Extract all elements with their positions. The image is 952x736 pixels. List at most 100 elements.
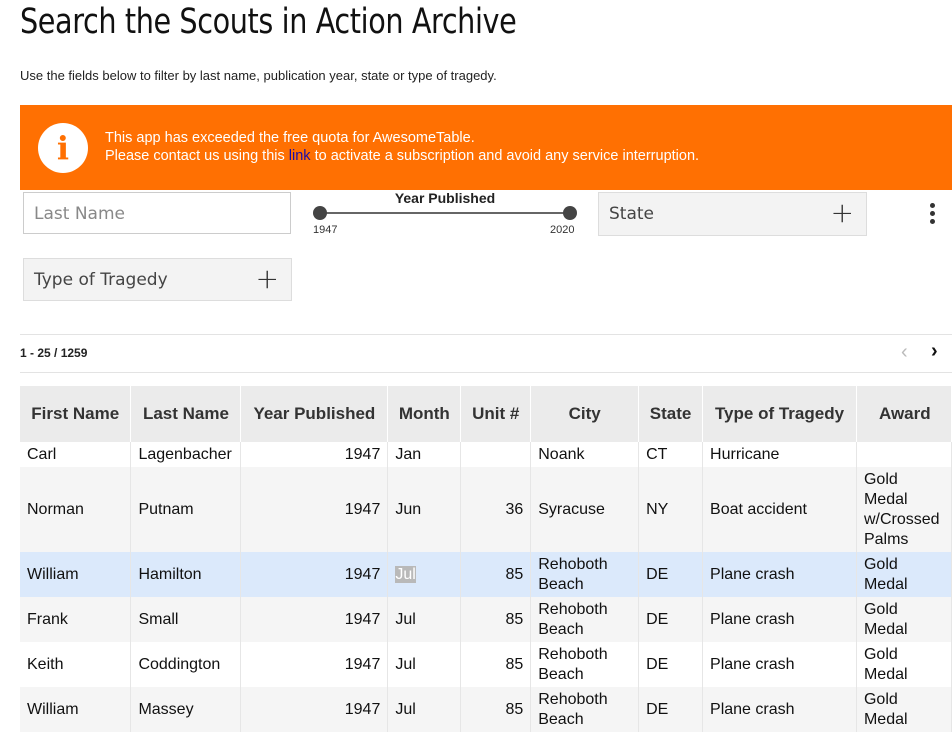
state-filter-label: State <box>609 204 654 224</box>
column-header-year-published[interactable]: Year Published <box>240 386 389 442</box>
pagination-bar: 1 - 25 / 1259 ‹ › <box>20 334 952 373</box>
cell-state: CT <box>638 442 704 467</box>
cell-last-name: Putnam <box>130 467 242 552</box>
column-header-city[interactable]: City <box>530 386 640 442</box>
cell-type-of-tragedy: Hurricane <box>702 442 857 467</box>
cell-city: Syracuse <box>530 467 640 552</box>
contact-link[interactable]: link <box>289 148 311 164</box>
cell-last-name: Massey <box>130 687 242 732</box>
type-of-tragedy-filter-dropdown[interactable]: Type of Tragedy + <box>23 258 292 301</box>
banner-line-1: This app has exceeded the free quota for… <box>105 130 475 146</box>
cell-year-published: 1947 <box>240 687 389 732</box>
state-filter-dropdown[interactable]: State + <box>598 192 867 236</box>
cell-city: Rehoboth Beach <box>530 552 640 597</box>
cell-first-name: William <box>20 552 132 597</box>
cell-month: Jul <box>387 642 462 687</box>
info-icon: i <box>38 123 88 173</box>
cell-first-name: Carl <box>20 442 132 467</box>
cell-state: DE <box>638 597 704 642</box>
page-title: Search the Scouts in Action Archive <box>20 2 517 42</box>
cell-state: DE <box>638 687 704 732</box>
cell-type-of-tragedy: Plane crash <box>702 552 857 597</box>
cell-award: Gold Medal <box>856 642 952 687</box>
cell-type-of-tragedy: Plane crash <box>702 687 857 732</box>
column-header-type-of-tragedy[interactable]: Type of Tragedy <box>702 386 857 442</box>
cell-award <box>856 442 952 467</box>
column-header-last-name[interactable]: Last Name <box>130 386 242 442</box>
highlighted-text: Jul <box>395 565 416 583</box>
column-header-first-name[interactable]: First Name <box>20 386 132 442</box>
column-header-award[interactable]: Award <box>856 386 952 442</box>
cell-type-of-tragedy: Boat accident <box>702 467 857 552</box>
plus-icon: + <box>255 262 279 295</box>
cell-award: Gold Medal <box>856 597 952 642</box>
cell-year-published: 1947 <box>240 467 389 552</box>
year-range-max-handle[interactable] <box>563 206 577 220</box>
cell-city: Rehoboth Beach <box>530 642 640 687</box>
banner-message: This app has exceeded the free quota for… <box>105 129 699 165</box>
banner-text-after-link: to activate a subscription and avoid any… <box>310 148 700 164</box>
cell-state: DE <box>638 642 704 687</box>
cell-year-published: 1947 <box>240 552 389 597</box>
year-range-min-handle[interactable] <box>313 206 327 220</box>
cell-type-of-tragedy: Plane crash <box>702 597 857 642</box>
quota-warning-banner: i This app has exceeded the free quota f… <box>20 105 952 190</box>
page-subtitle: Use the fields below to filter by last n… <box>20 68 497 83</box>
cell-year-published: 1947 <box>240 597 389 642</box>
table-row[interactable]: Norman Putnam 1947 Jun 36 Syracuse NY Bo… <box>20 467 952 552</box>
table-row[interactable]: Keith Coddington 1947 Jul 85 Rehoboth Be… <box>20 642 952 687</box>
cell-city: Rehoboth Beach <box>530 687 640 732</box>
cell-unit: 85 <box>460 687 532 732</box>
cell-month: Jul <box>387 597 462 642</box>
cell-last-name: Hamilton <box>130 552 242 597</box>
table-row[interactable]: Frank Small 1947 Jul 85 Rehoboth Beach D… <box>20 597 952 642</box>
info-icon-glyph: i <box>56 129 70 167</box>
results-table: First Name Last Name Year Published Mont… <box>20 386 952 732</box>
banner-line-2: Please contact us using this link to act… <box>105 147 699 165</box>
cell-unit: 85 <box>460 597 532 642</box>
year-published-label: Year Published <box>394 190 496 206</box>
year-range-max-label: 2020 <box>550 224 575 236</box>
cell-unit <box>460 442 532 467</box>
banner-text-before-link: Please contact us using this <box>105 148 289 164</box>
cell-month: Jul <box>387 552 462 597</box>
cell-year-published: 1947 <box>240 442 389 467</box>
next-page-icon[interactable]: › <box>931 340 938 363</box>
cell-city: Rehoboth Beach <box>530 597 640 642</box>
table-header-row: First Name Last Name Year Published Mont… <box>20 386 952 442</box>
cell-year-published: 1947 <box>240 642 389 687</box>
cell-unit: 36 <box>460 467 532 552</box>
table-row[interactable]: William Massey 1947 Jul 85 Rehoboth Beac… <box>20 687 952 732</box>
cell-award: Gold Medal <box>856 687 952 732</box>
cell-month: Jul <box>387 687 462 732</box>
cell-last-name: Coddington <box>130 642 242 687</box>
result-count: 1 - 25 / 1259 <box>20 346 88 360</box>
table-row-selected[interactable]: William Hamilton 1947 Jul 85 Rehoboth Be… <box>20 552 952 597</box>
cell-type-of-tragedy: Plane crash <box>702 642 857 687</box>
year-range-track <box>320 212 570 214</box>
cell-unit: 85 <box>460 552 532 597</box>
cell-first-name: Norman <box>20 467 132 552</box>
prev-page-icon[interactable]: ‹ <box>901 341 908 364</box>
cell-last-name: Small <box>130 597 242 642</box>
cell-last-name: Lagenbacher <box>130 442 242 467</box>
cell-month: Jan <box>387 442 462 467</box>
plus-icon: + <box>830 196 854 229</box>
cell-first-name: Keith <box>20 642 132 687</box>
tragedy-filter-label: Type of Tragedy <box>34 270 168 290</box>
cell-state: NY <box>638 467 704 552</box>
cell-unit: 85 <box>460 642 532 687</box>
year-range-min-label: 1947 <box>313 224 338 236</box>
table-row[interactable]: Carl Lagenbacher 1947 Jan Noank CT Hurri… <box>20 442 952 467</box>
last-name-input[interactable]: Last Name <box>23 192 291 234</box>
cell-month: Jun <box>387 467 462 552</box>
cell-state: DE <box>638 552 704 597</box>
cell-city: Noank <box>530 442 640 467</box>
column-header-unit[interactable]: Unit # <box>460 386 532 442</box>
more-options-icon[interactable] <box>926 203 938 225</box>
cell-first-name: Frank <box>20 597 132 642</box>
column-header-month[interactable]: Month <box>387 386 462 442</box>
cell-award: Gold Medal <box>856 552 952 597</box>
cell-award: Gold Medal w/Crossed Palms <box>856 467 952 552</box>
column-header-state[interactable]: State <box>638 386 704 442</box>
